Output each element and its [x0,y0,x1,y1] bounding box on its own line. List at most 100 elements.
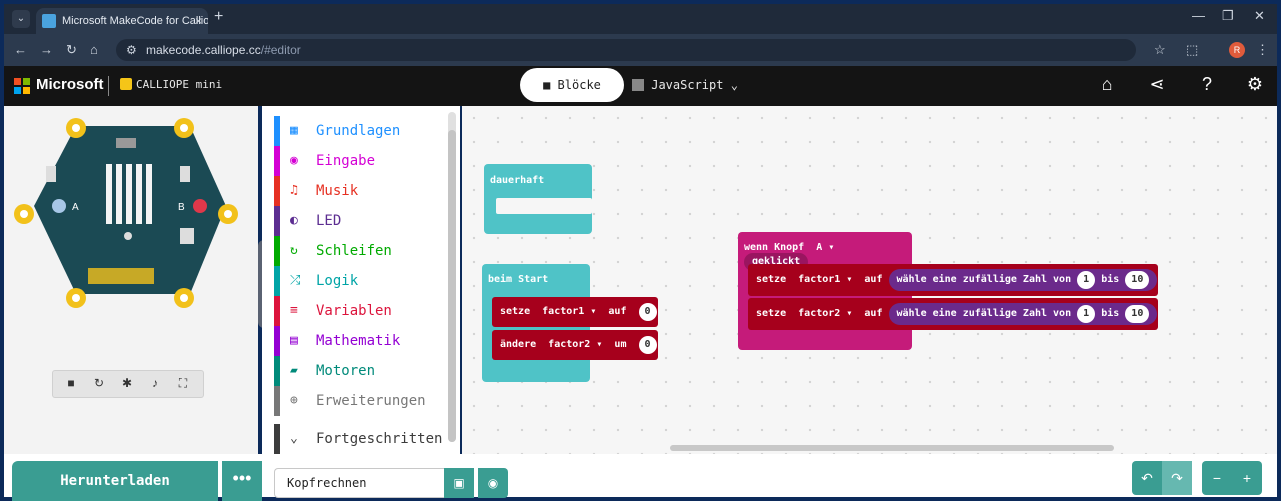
variable-dropdown[interactable]: factor1 ▾ [542,306,596,317]
to-input[interactable]: 10 [1125,305,1150,323]
on-button-label: wenn Knopf [744,242,805,253]
save-icon[interactable]: ▣ [444,468,474,498]
category-label: Logik [316,273,359,289]
tab-search-button[interactable]: ⌄ [12,10,30,28]
home-icon[interactable]: ⌂ [1096,74,1118,95]
category-color-bar [274,356,280,386]
button-dropdown[interactable]: A ▾ [816,242,834,253]
javascript-editor-button[interactable]: JavaScript ⌄ [632,68,752,102]
set-random-factor1-block[interactable]: setze factor1 ▾ auf wähle eine zufällige… [748,264,1158,296]
tab-close-icon[interactable]: × [195,8,202,34]
help-icon[interactable]: ? [1196,74,1218,95]
url-field[interactable]: ⚙ makecode.calliope.cc/#editor [116,39,1136,61]
value-input[interactable]: 0 [638,303,657,321]
list-icon: ≡ [290,303,298,318]
category-label: Erweiterungen [316,393,426,409]
forever-label: dauerhaft [490,175,545,186]
variable-dropdown[interactable]: factor1 ▾ [798,274,852,285]
variable-dropdown[interactable]: factor2 ▾ [798,308,852,319]
set-label: setze [756,308,787,319]
download-button[interactable]: Herunterladen [12,461,218,501]
site-info-icon[interactable]: ⚙ [126,39,137,61]
category-label: Variablen [316,303,392,319]
set-factor1-block[interactable]: setze factor1 ▾ auf 0 [492,297,658,327]
brand-name[interactable]: Microsoft [36,76,104,93]
home-icon[interactable]: ⌂ [90,42,98,57]
random-label: wähle eine zufällige Zahl von [896,308,1072,319]
button-a-label: A [72,202,79,213]
variable-name: factor2 [548,339,591,350]
set-random-factor2-block[interactable]: setze factor2 ▾ auf wähle eine zufällige… [748,298,1158,330]
blocks-editor-button[interactable]: ■ Blöcke [520,68,624,102]
share-icon[interactable]: ⋖ [1146,74,1168,95]
grove-connector-left [46,166,56,182]
toolbox-category-mathematik[interactable]: ▤ Mathematik [274,326,446,356]
usb-connector [116,138,136,148]
toolbox-category-musik[interactable]: ♫ Musik [274,176,446,206]
toolbox-category-led[interactable]: ◐ LED [274,206,446,236]
toolbox-category-fortgeschritten[interactable]: ⌄ Fortgeschritten [274,424,446,454]
workspace-horizontal-scrollbar[interactable] [670,445,1114,451]
zoom-out-icon[interactable]: − [1202,461,1232,495]
redo-icon[interactable]: ↷ [1162,461,1192,495]
value-input[interactable]: 0 [638,336,657,354]
variable-dropdown[interactable]: factor2 ▾ [548,339,602,350]
blocks-workspace[interactable]: dauerhaft beim Start setze factor1 ▾ auf… [462,106,1277,454]
category-color-bar [274,326,280,356]
forever-block[interactable]: dauerhaft [484,164,592,234]
javascript-label: JavaScript [651,78,724,92]
change-factor2-block[interactable]: ändere factor2 ▾ um 0 [492,330,658,360]
reload-icon[interactable]: ↻ [66,42,77,58]
toolbox-category-motoren[interactable]: ▰ Motoren [274,356,446,386]
browser-tab[interactable]: Microsoft MakeCode for Calliop × [36,8,208,34]
sound-icon[interactable]: ♪ [145,376,165,390]
toolbox-category-variablen[interactable]: ≡ Variablen [274,296,446,326]
button-a[interactable] [52,199,66,213]
category-color-bar [274,424,280,454]
button-b[interactable] [193,199,207,213]
random-number-block[interactable]: wähle eine zufällige Zahl von 1 bis 10 [888,303,1158,325]
category-color-bar [274,206,280,236]
bookmark-star-icon[interactable]: ☆ [1154,42,1166,58]
profile-avatar[interactable]: R [1229,42,1245,58]
fullscreen-icon[interactable]: ⛶ [173,376,193,391]
debug-bug-icon[interactable]: ✱ [117,376,137,390]
random-number-block[interactable]: wähle eine zufällige Zahl von 1 bis 10 [888,269,1158,291]
forward-icon[interactable]: → [40,42,53,57]
new-tab-button[interactable]: + [214,8,223,26]
settings-gear-icon[interactable]: ⚙ [1244,74,1266,95]
toolbox-category-grundlagen[interactable]: ▦ Grundlagen [274,116,446,146]
window-close-icon[interactable]: ✕ [1254,8,1265,24]
toolbox-category-logik[interactable]: ⤮ Logik [274,266,446,296]
stop-icon[interactable]: ■ [61,376,81,390]
simulator-toolbar: ■ ↻ ✱ ♪ ⛶ [52,370,204,398]
url-site: makecode.calliope.cc [146,43,261,57]
set-label: setze [756,274,787,285]
minimize-icon[interactable]: — [1192,8,1205,23]
back-icon[interactable]: ← [14,42,27,57]
restore-icon[interactable]: ❐ [1222,8,1234,24]
extensions-icon[interactable]: ⬚ [1186,42,1198,58]
undo-icon[interactable]: ↶ [1132,461,1162,495]
car-icon: ▰ [290,363,298,378]
project-name-input[interactable]: Kopfrechnen [274,468,444,498]
toolbox-category-eingabe[interactable]: ◉ Eingabe [274,146,446,176]
category-label: Fortgeschritten [316,431,443,447]
product-logo[interactable]: CALLIOPE mini [120,78,222,91]
calliope-board[interactable]: A B [4,106,258,346]
more-options-button[interactable]: ••• [222,461,262,501]
restart-icon[interactable]: ↻ [89,376,109,390]
category-label: Mathematik [316,333,401,349]
github-icon[interactable]: ◉ [478,468,508,498]
blocks-label: Blöcke [557,78,601,92]
to-input[interactable]: 10 [1125,271,1150,289]
toolbox-scrollbar[interactable] [448,112,456,442]
zoom-in-icon[interactable]: + [1232,461,1262,495]
from-input[interactable]: 1 [1077,271,1096,289]
toolbox-category-schleifen[interactable]: ↻ Schleifen [274,236,446,266]
toolbox-category-erweiterungen[interactable]: ⊕ Erweiterungen [274,386,446,416]
category-label: Grundlagen [316,123,401,139]
browser-menu-icon[interactable]: ⋮ [1256,42,1269,58]
toolbox: ▦ Grundlagen ◉ Eingabe ♫ Musik ◐ LED ↻ Schleifen ⤮… [262,106,460,454]
from-input[interactable]: 1 [1077,305,1096,323]
